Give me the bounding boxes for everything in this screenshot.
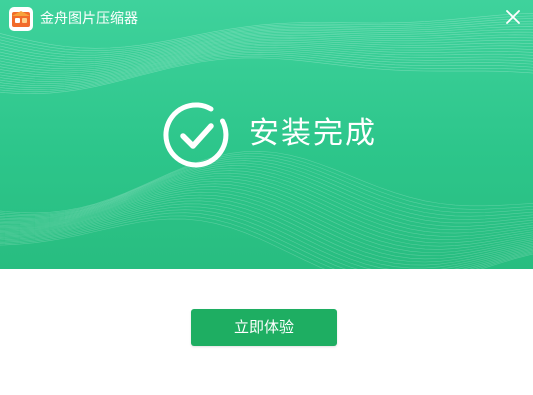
installer-window: 金舟图片压缩器 安装完成 立即体验 [0, 0, 533, 395]
try-now-button[interactable]: 立即体验 [191, 309, 337, 346]
app-title: 金舟图片压缩器 [40, 11, 138, 27]
app-logo-icon [9, 7, 33, 31]
check-circle-icon [163, 102, 229, 168]
close-button[interactable] [500, 4, 526, 30]
hero-banner: 金舟图片压缩器 安装完成 [0, 0, 533, 269]
close-icon [506, 10, 520, 24]
title-bar[interactable]: 金舟图片压缩器 [0, 0, 533, 36]
install-complete-text: 安装完成 [249, 116, 377, 151]
